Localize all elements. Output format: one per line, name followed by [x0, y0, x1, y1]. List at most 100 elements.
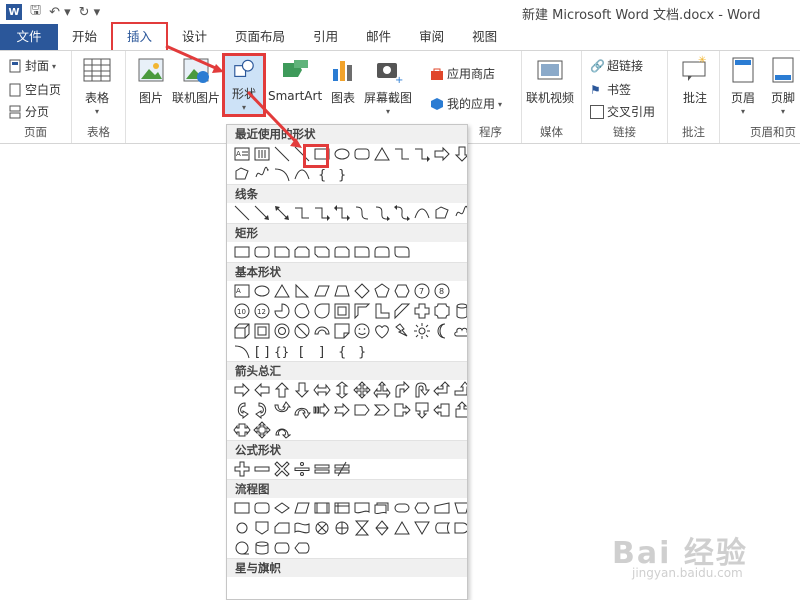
heart-icon[interactable]: [373, 322, 391, 340]
tab-mailings[interactable]: 邮件: [352, 24, 405, 50]
dodecagon-icon[interactable]: 12: [253, 302, 271, 320]
striped-right-arrow-icon[interactable]: [313, 401, 331, 419]
header-button[interactable]: 页眉 ▾: [728, 55, 758, 116]
flowchart-collate-icon[interactable]: [353, 519, 371, 537]
up-arrow-callout-icon[interactable]: [453, 401, 468, 419]
left-arrow-icon[interactable]: [253, 381, 271, 399]
can-icon[interactable]: [453, 302, 468, 320]
triangle-icon[interactable]: [273, 282, 291, 300]
round-diagonal-rectangle-icon[interactable]: [393, 243, 411, 261]
moon-icon[interactable]: [433, 322, 451, 340]
chart-button[interactable]: 图表: [328, 55, 358, 106]
line-icon[interactable]: [233, 204, 251, 222]
elbow-arrow-connector-icon[interactable]: [313, 204, 331, 222]
tab-references[interactable]: 引用: [299, 24, 352, 50]
tab-layout[interactable]: 页面布局: [221, 24, 299, 50]
plus-sign-icon[interactable]: [233, 460, 251, 478]
scribble-icon[interactable]: [253, 165, 271, 183]
trapezoid-icon[interactable]: [333, 282, 351, 300]
up-arrow-icon[interactable]: [273, 381, 291, 399]
multiply-sign-icon[interactable]: [273, 460, 291, 478]
curved-left-arrow-icon[interactable]: [253, 401, 271, 419]
blank-page-button[interactable]: 空白页: [8, 81, 61, 98]
office-store-button[interactable]: 应用商店: [430, 65, 495, 82]
tab-home[interactable]: 开始: [58, 24, 111, 50]
left-right-up-arrow-icon[interactable]: [373, 381, 391, 399]
teardrop-icon[interactable]: [313, 302, 331, 320]
block-arc-icon[interactable]: [313, 322, 331, 340]
save-icon[interactable]: 🖫: [30, 1, 41, 23]
flowchart-terminator-icon[interactable]: [393, 499, 411, 517]
down-arrow-icon[interactable]: [293, 381, 311, 399]
elbow-double-arrow-icon[interactable]: [333, 204, 351, 222]
right-arrow-icon[interactable]: [233, 381, 251, 399]
curved-double-arrow-icon[interactable]: [393, 204, 411, 222]
left-up-arrow-icon[interactable]: [433, 381, 451, 399]
equal-sign-icon[interactable]: [313, 460, 331, 478]
flowchart-connector-icon[interactable]: [233, 519, 251, 537]
flowchart-punched-tape-icon[interactable]: [293, 519, 311, 537]
plaque-icon[interactable]: [433, 302, 451, 320]
flowchart-sort-icon[interactable]: [373, 519, 391, 537]
left-arrow-callout-icon[interactable]: [433, 401, 451, 419]
page-break-button[interactable]: 分页: [8, 103, 49, 120]
diamond-icon[interactable]: [353, 282, 371, 300]
curve-icon[interactable]: [413, 204, 431, 222]
notched-right-arrow-icon[interactable]: [333, 401, 351, 419]
freeform-icon[interactable]: [433, 204, 451, 222]
online-picture-button[interactable]: 联机图片: [172, 55, 220, 106]
line-icon[interactable]: [273, 145, 291, 163]
flowchart-summing-junction-icon[interactable]: [313, 519, 331, 537]
right-arrow-icon[interactable]: [433, 145, 451, 163]
flowchart-stored-data-icon[interactable]: [433, 519, 451, 537]
elbow-connector-icon[interactable]: [393, 145, 411, 163]
left-right-arrow-callout-icon[interactable]: [233, 421, 251, 439]
oval-icon[interactable]: [333, 145, 351, 163]
double-bracket-icon[interactable]: [ ]: [253, 342, 271, 360]
cloud-icon[interactable]: [453, 322, 468, 340]
right-brace-icon[interactable]: }: [353, 342, 371, 360]
left-right-arrow-icon[interactable]: [313, 381, 331, 399]
flowchart-magnetic-disk-icon[interactable]: [253, 539, 271, 557]
flowchart-decision-icon[interactable]: [273, 499, 291, 517]
flowchart-off-page-connector-icon[interactable]: [253, 519, 271, 537]
oval-icon[interactable]: [253, 282, 271, 300]
flowchart-card-icon[interactable]: [273, 519, 291, 537]
cover-page-button[interactable]: 封面 ▾: [8, 57, 56, 74]
flowchart-merge-icon[interactable]: [413, 519, 431, 537]
not-equal-sign-icon[interactable]: [333, 460, 351, 478]
up-down-arrow-icon[interactable]: [333, 381, 351, 399]
snip-corner-rectangle-icon[interactable]: [273, 243, 291, 261]
tab-design[interactable]: 设计: [168, 24, 221, 50]
tab-view[interactable]: 视图: [458, 24, 511, 50]
table-button[interactable]: 表格 ▾: [82, 55, 112, 116]
frame-icon[interactable]: [333, 302, 351, 320]
chord-icon[interactable]: [293, 302, 311, 320]
text-box-icon[interactable]: A: [233, 282, 251, 300]
quad-arrow-callout-icon[interactable]: [253, 421, 271, 439]
left-brace-icon[interactable]: {: [333, 342, 351, 360]
hexagon-icon[interactable]: [393, 282, 411, 300]
circular-arrow-icon[interactable]: [273, 421, 291, 439]
curved-arrow-connector-icon[interactable]: [373, 204, 391, 222]
half-frame-icon[interactable]: [353, 302, 371, 320]
scribble-icon[interactable]: [453, 204, 468, 222]
redo-icon[interactable]: ↻ ▾: [79, 5, 101, 20]
no-symbol-icon[interactable]: [293, 322, 311, 340]
rounded-rectangle-icon[interactable]: [353, 145, 371, 163]
round-single-corner-rectangle-icon[interactable]: [353, 243, 371, 261]
shapes-button[interactable]: 形状 ▾: [222, 53, 266, 117]
flowchart-display-icon[interactable]: [293, 539, 311, 557]
decagon-icon[interactable]: 10: [233, 302, 251, 320]
quad-arrow-icon[interactable]: [353, 381, 371, 399]
pie-icon[interactable]: [273, 302, 291, 320]
folded-corner-icon[interactable]: [333, 322, 351, 340]
lightning-bolt-icon[interactable]: [393, 322, 411, 340]
flowchart-sequential-storage-icon[interactable]: [233, 539, 251, 557]
right-brace-icon[interactable]: }: [333, 165, 351, 183]
flowchart-process-icon[interactable]: [233, 499, 251, 517]
flowchart-extract-icon[interactable]: [393, 519, 411, 537]
u-turn-arrow-icon[interactable]: [413, 381, 431, 399]
minus-sign-icon[interactable]: [253, 460, 271, 478]
screenshot-button[interactable]: + 屏幕截图 ▾: [364, 55, 412, 116]
